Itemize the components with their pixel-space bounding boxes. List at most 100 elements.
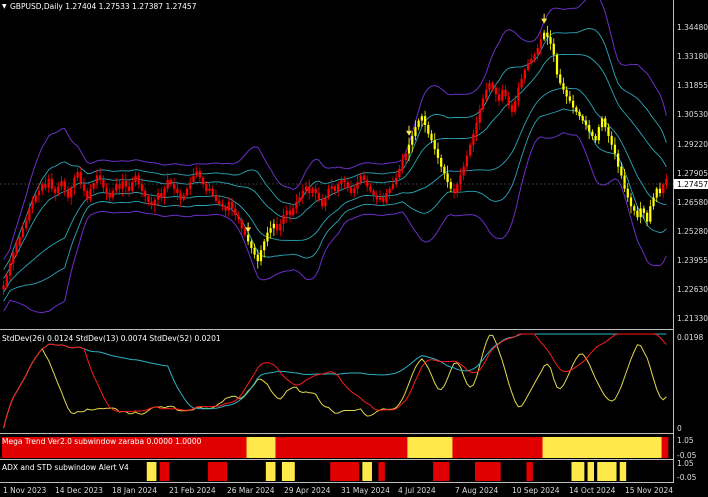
candle-body: [372, 190, 375, 196]
candle-body: [620, 166, 623, 176]
time-label: 31 May 2024: [341, 486, 390, 495]
candle-body: [420, 116, 423, 121]
mega-trend-bar: [452, 437, 457, 458]
candle-body: [95, 175, 99, 184]
mega-trend-bar: [590, 437, 595, 458]
mega-trend-panel[interactable]: Mega Trend Ver2.0 subwindow zaraba 0.000…: [2, 436, 697, 460]
candle-body: [227, 201, 230, 211]
candle-body: [317, 193, 321, 200]
candle-body: [417, 120, 420, 128]
mega-trend-bar: [207, 437, 212, 458]
mega-trend-bar: [246, 437, 251, 458]
adx-std-bar: [433, 462, 450, 481]
time-label: 15 Nov 2024: [625, 486, 673, 495]
candle-body: [118, 184, 121, 189]
mega-trend-bar: [240, 437, 244, 458]
adx-std-bar: [281, 462, 295, 481]
candle-body: [395, 177, 398, 185]
candle-body: [73, 177, 76, 188]
candle-body: [356, 182, 359, 189]
mega-trend-bar: [227, 437, 231, 458]
mega-trend-bar: [381, 437, 386, 458]
candle-body: [28, 208, 31, 221]
candle-body: [330, 186, 333, 189]
time-label: 4 Jul 2024: [398, 486, 436, 495]
candle-body: [617, 153, 620, 167]
mega-scale-top: 1.05: [677, 436, 694, 445]
mega-trend-bar: [491, 437, 495, 458]
candle-body: [662, 184, 665, 194]
mega-trend-bar: [204, 437, 209, 458]
mega-trend-bar: [584, 437, 588, 458]
candle-body: [665, 178, 668, 185]
candle-body: [369, 186, 372, 191]
candle-body: [649, 206, 652, 222]
candle-body: [304, 186, 308, 191]
mega-trend-bar: [407, 437, 412, 458]
candle-body: [115, 184, 118, 191]
adx-label: ADX and STD subwindow Alert V4: [2, 463, 129, 472]
candle-body: [565, 89, 568, 97]
candle-body: [436, 149, 440, 158]
candle-body: [279, 223, 282, 231]
candle-body: [105, 187, 108, 194]
candle-body: [169, 179, 173, 185]
candle-body: [514, 100, 517, 112]
candle-body: [70, 187, 73, 198]
candle-body: [99, 175, 102, 180]
candle-body: [510, 105, 514, 112]
mega-trend-bar: [429, 437, 434, 458]
candle-body: [462, 166, 465, 176]
candle-body: [430, 133, 433, 141]
candle-body: [597, 127, 600, 141]
mega-trend-bar: [233, 437, 238, 458]
mega-trend-bar: [619, 437, 624, 458]
candle-body: [31, 201, 34, 209]
candle-body: [153, 199, 156, 206]
mega-trend-bar: [298, 437, 302, 458]
mega-trend-bar: [423, 437, 428, 458]
candle-body: [600, 118, 604, 128]
candle-body: [263, 241, 266, 251]
candle-body: [452, 188, 456, 194]
time-label: 29 Apr 2024: [284, 486, 331, 495]
candle-body: [366, 179, 369, 187]
mega-trend-bar: [497, 437, 502, 458]
candle-body: [481, 98, 485, 110]
mega-trend-bar: [384, 437, 389, 458]
mega-trend-bar: [597, 437, 601, 458]
price-label: 1.31855: [677, 81, 708, 90]
mega-trend-bar: [259, 437, 264, 458]
price-label: 1.26580: [677, 198, 708, 207]
mega-trend-bar: [503, 437, 508, 458]
candle-body: [259, 250, 263, 262]
candle-body: [658, 188, 662, 194]
candle-body: [575, 107, 578, 112]
candle-body: [144, 190, 147, 197]
mt4-chart[interactable]: ▼ GBPUSD,Daily 1.27404 1.27533 1.27387 1…: [0, 0, 708, 497]
candle-body: [230, 201, 234, 209]
candle-body: [195, 171, 198, 176]
adx-std-bar: [474, 462, 501, 481]
symbol-info: GBPUSD,Daily 1.27404 1.27533 1.27387 1.2…: [10, 2, 197, 11]
adx-std-bar: [146, 462, 157, 481]
time-label: 14 Oct 2024: [569, 486, 616, 495]
candle-body: [337, 184, 340, 191]
mega-trend-bar: [394, 437, 399, 458]
candle-body: [549, 37, 552, 44]
mega-trend-bar: [224, 437, 228, 458]
candle-body: [346, 182, 349, 188]
candle-body: [37, 190, 41, 196]
candle-body: [53, 188, 57, 194]
time-label: 10 Sep 2024: [512, 486, 560, 495]
triangle-down-icon: ▼: [2, 3, 7, 10]
mega-trend-bar: [391, 437, 395, 458]
candle-body: [449, 182, 452, 189]
mega-trend-bar: [526, 437, 531, 458]
mega-trend-bar: [326, 437, 331, 458]
price-label: 1.22630: [677, 285, 708, 294]
mega-trend-bar: [664, 437, 669, 458]
candle-body: [523, 70, 526, 79]
mega-trend-bar: [622, 437, 627, 458]
mega-trend-bar: [372, 437, 376, 458]
